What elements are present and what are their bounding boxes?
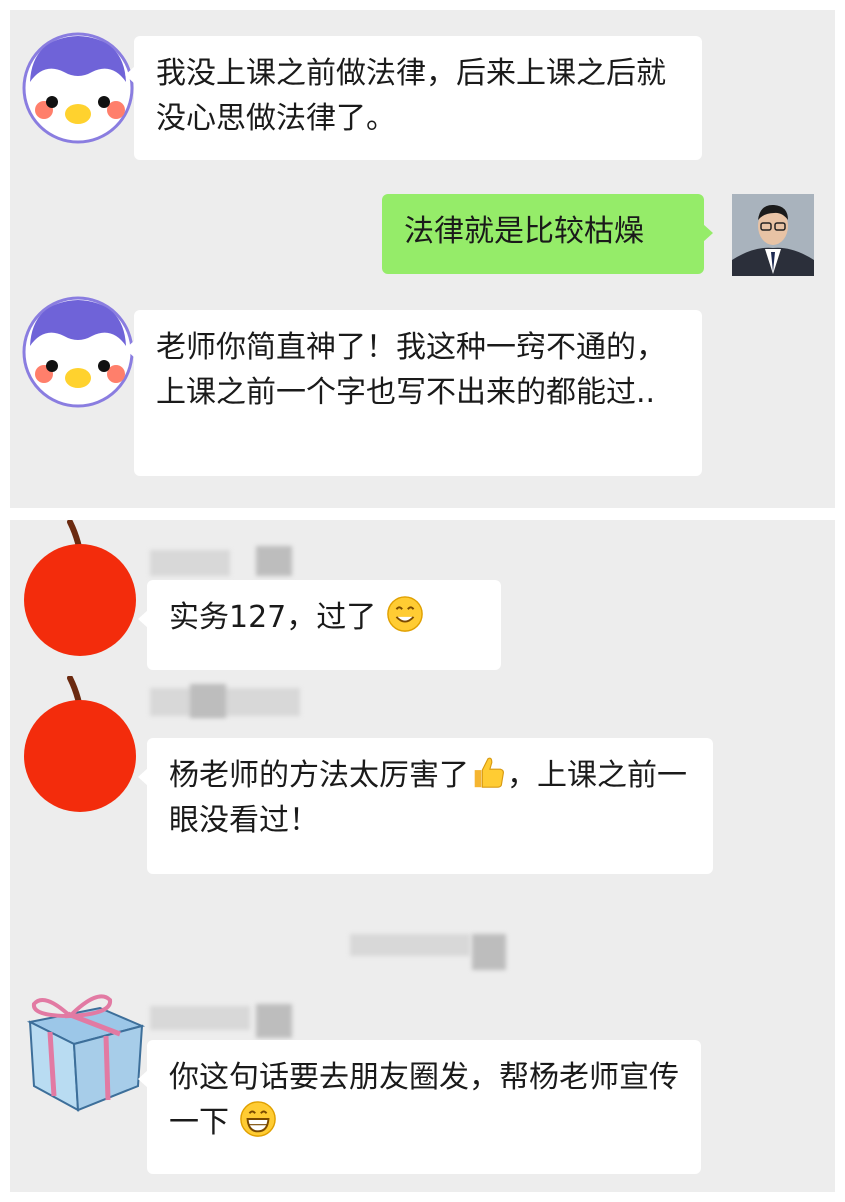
- message-bubble-4: 实务127，过了: [138, 580, 501, 670]
- redacted-timestamp: [472, 934, 506, 970]
- smile-emoji: [387, 596, 423, 632]
- redacted-name: [256, 546, 292, 576]
- redacted-name: [150, 550, 230, 576]
- message-bubble-2: 法律就是比较枯燥: [382, 194, 713, 274]
- message-bubble-3: 老师你简直神了！我这种一窍不通的，上课之前一个字也写不出来的都能过..: [125, 310, 702, 476]
- teacher-avatar[interactable]: [732, 194, 814, 276]
- redacted-name: [190, 684, 226, 718]
- redacted-name: [150, 1006, 250, 1030]
- message-bubble-6: 你这句话要去朋友圈发，帮杨老师宣传一下: [138, 1040, 701, 1174]
- apple-avatar[interactable]: [18, 520, 144, 660]
- message-text: 老师你简直神了！我这种一窍不通的，上课之前一个字也写不出来的都能过..: [156, 330, 666, 410]
- message-text: 杨老师的方法太厉害了: [169, 758, 469, 793]
- penguin-avatar[interactable]: [22, 296, 134, 408]
- penguin-avatar[interactable]: [22, 32, 134, 144]
- gift-box-avatar[interactable]: [10, 982, 150, 1114]
- message-text: 法律就是比较枯燥: [404, 214, 644, 249]
- message-text: 实务127，过了: [169, 600, 377, 635]
- apple-avatar[interactable]: [18, 676, 144, 816]
- message-text: 我没上课之前做法律，后来上课之后就没心思做法律了。: [156, 56, 666, 136]
- chat-panel-1: 我没上课之前做法律，后来上课之后就没心思做法律了。 法律就是比较枯燥 老师你简直…: [10, 10, 835, 508]
- redacted-name: [256, 1004, 292, 1038]
- message-bubble-1: 我没上课之前做法律，后来上课之后就没心思做法律了。: [125, 36, 702, 160]
- grin-emoji: [239, 1101, 276, 1137]
- chat-panel-2: 实务127，过了 杨老师的方法太厉害了 ，上课之前一眼没看过！ 你这句话要去朋友…: [10, 520, 835, 1192]
- message-bubble-5: 杨老师的方法太厉害了 ，上课之前一眼没看过！: [138, 738, 713, 874]
- redacted-timestamp: [350, 934, 470, 956]
- thumbs-up-emoji: [474, 757, 504, 788]
